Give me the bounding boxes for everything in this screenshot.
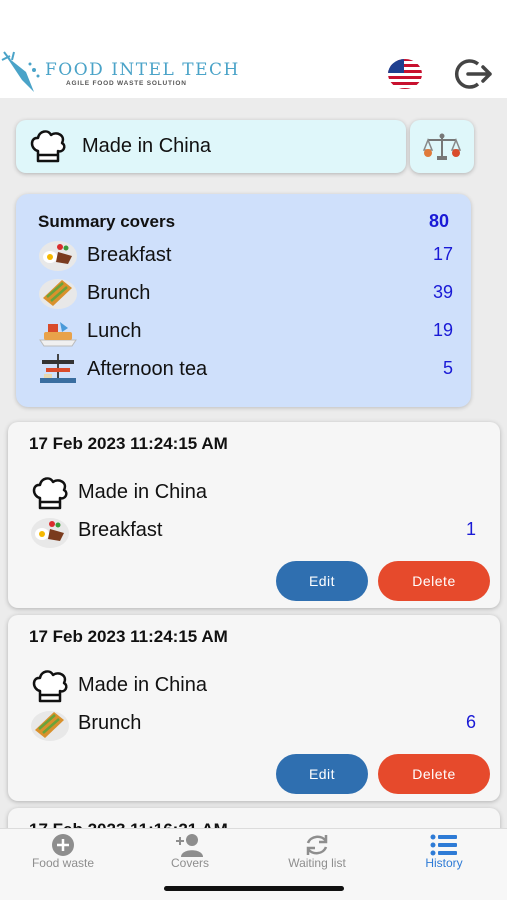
summary-row-lunch: Lunch 19 <box>38 314 453 350</box>
summary-meal-value: 39 <box>432 282 453 302</box>
summary-title: Summary covers <box>38 212 176 231</box>
delete-button[interactable]: Delete <box>378 561 490 601</box>
scale-icon <box>422 133 462 160</box>
lunch-icon <box>39 322 77 347</box>
summary-meal-name: Lunch <box>87 320 142 342</box>
summary-meal-value: 17 <box>432 244 453 264</box>
kitchen-name: Made in China <box>82 135 211 157</box>
brand-logo: FOOD INTEL TECH AGILE FOOD WASTE SOLUTIO… <box>0 50 238 96</box>
logout-icon[interactable] <box>452 58 494 90</box>
summary-meal-name: Afternoon tea <box>87 358 208 380</box>
us-flag-icon[interactable] <box>387 58 423 90</box>
afternoon-tea-icon <box>40 354 76 383</box>
entry-meal: Brunch <box>78 712 142 734</box>
tab-history[interactable]: History <box>381 829 507 877</box>
tab-label: History <box>425 856 463 870</box>
summary-row-afternoon-tea: Afternoon tea 5 <box>38 352 453 388</box>
entry-count: 6 <box>465 712 476 732</box>
edit-button[interactable]: Edit <box>276 561 368 601</box>
summary-covers-card: Summary covers 80 Breakfast 17 Brunch 39… <box>16 194 471 407</box>
history-entry: 17 Feb 2023 11:24:15 AM Made in China Br… <box>8 422 500 608</box>
chef-hat-icon <box>32 670 68 703</box>
tab-food-waste[interactable]: Food waste <box>0 829 126 877</box>
brand-name: FOOD INTEL TECH <box>45 60 240 80</box>
breakfast-icon <box>31 518 69 548</box>
carrot-logo-icon <box>1 51 40 92</box>
tab-covers[interactable]: Covers <box>127 829 253 877</box>
entry-kitchen: Made in China <box>78 481 207 503</box>
add-circle-icon <box>52 834 74 856</box>
scale-button[interactable] <box>410 120 474 173</box>
tab-label: Covers <box>170 856 209 870</box>
entry-kitchen: Made in China <box>78 674 207 696</box>
tab-waiting-list[interactable]: Waiting list <box>254 829 380 877</box>
breakfast-icon <box>39 241 77 271</box>
entry-meal: Breakfast <box>78 519 163 541</box>
kitchen-selector[interactable]: Made in China <box>16 120 406 173</box>
add-person-icon <box>176 834 203 857</box>
brand-tagline: AGILE FOOD WASTE SOLUTION <box>66 80 187 87</box>
summary-total: 80 <box>428 211 449 231</box>
home-indicator[interactable] <box>164 886 344 891</box>
summary-row-breakfast: Breakfast 17 <box>38 238 453 274</box>
delete-button[interactable]: Delete <box>378 754 490 794</box>
summary-meal-name: Brunch <box>87 282 151 304</box>
chef-hat-icon <box>30 130 66 163</box>
refresh-icon <box>306 835 328 855</box>
brunch-icon <box>31 711 69 741</box>
entry-date: 17 Feb 2023 11:24:15 AM <box>29 434 228 453</box>
edit-button[interactable]: Edit <box>276 754 368 794</box>
summary-meal-value: 5 <box>442 358 453 378</box>
app-header: FOOD INTEL TECH AGILE FOOD WASTE SOLUTIO… <box>0 0 507 98</box>
summary-row-brunch: Brunch 39 <box>38 276 453 312</box>
summary-meal-value: 19 <box>432 320 453 340</box>
entry-date: 17 Feb 2023 11:24:15 AM <box>29 627 228 646</box>
summary-meal-name: Breakfast <box>87 244 172 266</box>
entry-count: 1 <box>465 519 476 539</box>
tab-label: Food waste <box>31 856 95 870</box>
list-icon <box>430 834 457 856</box>
history-entry: 17 Feb 2023 11:24:15 AM Made in China Br… <box>8 615 500 801</box>
chef-hat-icon <box>32 477 68 510</box>
brunch-icon <box>39 279 77 309</box>
tab-label: Waiting list <box>288 856 346 870</box>
